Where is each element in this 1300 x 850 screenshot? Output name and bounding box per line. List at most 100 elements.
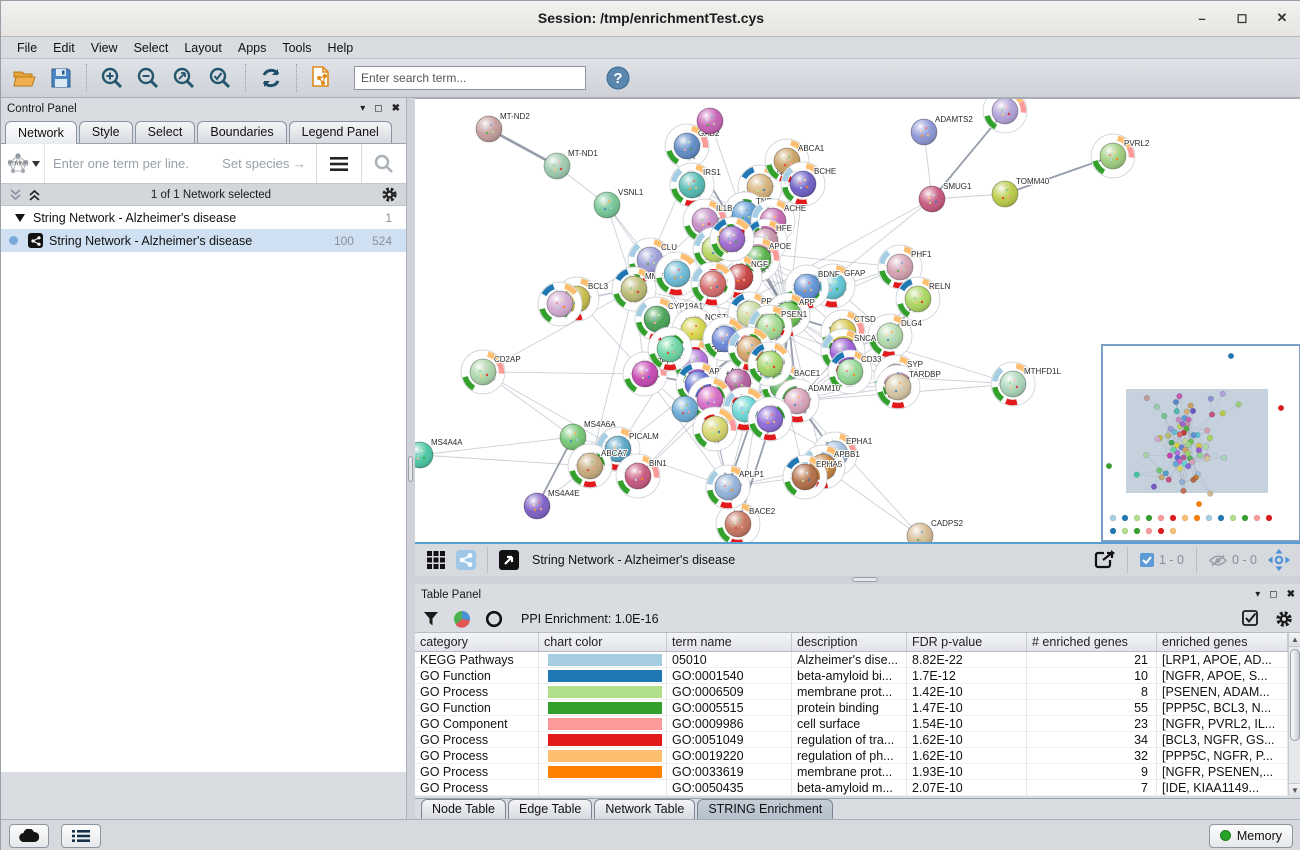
- set-species-hint[interactable]: Set species →: [222, 156, 316, 171]
- scroll-down-arrow[interactable]: ▼: [1289, 783, 1300, 796]
- navigator-graph[interactable]: [1103, 346, 1299, 540]
- column-header-chart-color[interactable]: chart color: [539, 633, 667, 651]
- menu-tools[interactable]: Tools: [274, 39, 319, 57]
- network-node[interactable]: EPHA5: [783, 455, 843, 499]
- string-terms-input[interactable]: [45, 156, 222, 171]
- tree-expander-icon[interactable]: [15, 214, 25, 222]
- network-node[interactable]: [693, 407, 737, 451]
- import-network-button[interactable]: [306, 63, 338, 93]
- string-view-button[interactable]: [453, 545, 479, 575]
- network-node[interactable]: [648, 327, 692, 371]
- zoom-out-button[interactable]: [132, 63, 164, 93]
- grid-view-button[interactable]: [423, 545, 449, 575]
- network-collection-row[interactable]: String Network - Alzheimer's disease 1: [1, 206, 406, 229]
- scroll-up-arrow[interactable]: ▲: [1289, 633, 1300, 647]
- network-node[interactable]: APLP1: [706, 465, 764, 509]
- column-header-enriched-genes[interactable]: enriched genes: [1157, 633, 1288, 651]
- network-node[interactable]: CADPS2: [907, 519, 964, 543]
- birds-eye-navigator[interactable]: [1101, 344, 1300, 542]
- menu-help[interactable]: Help: [320, 39, 362, 57]
- navigator-toggle-button[interactable]: [1265, 545, 1293, 575]
- table-row[interactable]: GO ProcessGO:0019220regulation of ph...1…: [415, 748, 1300, 764]
- network-node[interactable]: [672, 396, 698, 422]
- expand-all-icon[interactable]: [28, 189, 41, 201]
- network-node[interactable]: [983, 99, 1027, 133]
- table-row[interactable]: GO ProcessGO:0051049regulation of tra...…: [415, 732, 1300, 748]
- search-input[interactable]: [354, 66, 586, 90]
- column-header-description[interactable]: description: [792, 633, 907, 651]
- zoom-fit-button[interactable]: [168, 63, 200, 93]
- menu-edit[interactable]: Edit: [45, 39, 83, 57]
- network-node[interactable]: [748, 342, 792, 386]
- collapse-all-icon[interactable]: [9, 189, 22, 201]
- table-row[interactable]: GO FunctionGO:0005515protein binding1.47…: [415, 700, 1300, 716]
- column-header--enriched-genes[interactable]: # enriched genes: [1027, 633, 1157, 651]
- horizontal-splitter[interactable]: [415, 576, 1300, 584]
- close-panel-icon[interactable]: ✖: [392, 103, 400, 114]
- task-history-button[interactable]: [61, 824, 101, 848]
- menu-view[interactable]: View: [83, 39, 126, 57]
- network-node[interactable]: [691, 262, 735, 306]
- save-session-button[interactable]: [45, 63, 77, 93]
- reset-charts-icon[interactable]: [485, 610, 503, 628]
- maximize-panel-icon[interactable]: ◻: [374, 103, 382, 114]
- filter-icon[interactable]: [423, 611, 439, 627]
- table-row[interactable]: KEGG Pathways05010Alzheimer's dise...8.8…: [415, 652, 1300, 668]
- tab-select[interactable]: Select: [135, 121, 196, 143]
- menu-layout[interactable]: Layout: [176, 39, 230, 57]
- table-row[interactable]: GO ProcessGO:0033619membrane prot...1.93…: [415, 764, 1300, 780]
- tab-node-table[interactable]: Node Table: [421, 799, 506, 819]
- column-header-category[interactable]: category: [415, 633, 539, 651]
- gear-icon[interactable]: [381, 186, 398, 203]
- network-row[interactable]: String Network - Alzheimer's disease 100…: [1, 229, 406, 252]
- network-node[interactable]: MT-ND1: [544, 149, 598, 179]
- menu-file[interactable]: File: [9, 39, 45, 57]
- network-node[interactable]: MS4A4E: [524, 489, 580, 519]
- splitter-grip[interactable]: [408, 456, 413, 482]
- tab-network[interactable]: Network: [5, 121, 77, 144]
- table-row[interactable]: GO ProcessGO:0050435beta-amyloid m...2.0…: [415, 780, 1300, 796]
- tab-legend-panel[interactable]: Legend Panel: [289, 121, 392, 143]
- string-options-button[interactable]: [317, 144, 361, 183]
- network-canvas[interactable]: MT-ND2MT-ND1VSNL1GAB2IRS1CHATABCA1BCHETN…: [415, 98, 1300, 544]
- network-node[interactable]: VSNL1: [594, 188, 644, 218]
- settings-gear-icon[interactable]: [1275, 610, 1293, 628]
- float-panel-icon[interactable]: ▾: [1255, 589, 1260, 600]
- draw-charts-icon[interactable]: [453, 610, 471, 628]
- splitter-grip-h[interactable]: [852, 577, 878, 582]
- zoom-selected-button[interactable]: [204, 63, 236, 93]
- refresh-button[interactable]: [255, 63, 287, 93]
- close-panel-icon[interactable]: ✖: [1287, 589, 1295, 600]
- column-header-term-name[interactable]: term name: [667, 633, 792, 651]
- tab-boundaries[interactable]: Boundaries: [197, 121, 286, 143]
- table-vertical-scrollbar[interactable]: ▲ ▼: [1288, 633, 1300, 796]
- network-node[interactable]: RELN: [896, 277, 951, 321]
- export-network-button[interactable]: [1091, 545, 1119, 575]
- network-node[interactable]: [710, 217, 754, 261]
- network-node[interactable]: BCHE: [781, 162, 836, 206]
- zoom-in-button[interactable]: [96, 63, 128, 93]
- network-node[interactable]: [697, 108, 723, 134]
- help-button[interactable]: ?: [602, 63, 634, 93]
- memory-button[interactable]: Memory: [1209, 824, 1293, 848]
- network-node[interactable]: ADAMTS2: [911, 115, 973, 145]
- scroll-thumb[interactable]: [1290, 649, 1300, 741]
- column-header-FDR-p-value[interactable]: FDR p-value: [907, 633, 1027, 651]
- vertical-splitter[interactable]: [407, 98, 415, 819]
- tab-edge-table[interactable]: Edge Table: [508, 799, 592, 819]
- network-node[interactable]: [748, 397, 792, 441]
- table-row[interactable]: GO ProcessGO:0006509membrane prot...1.42…: [415, 684, 1300, 700]
- enrichment-table[interactable]: categorychart colorterm namedescriptionF…: [415, 632, 1300, 796]
- close-button[interactable]: ✕: [1273, 9, 1291, 27]
- menu-apps[interactable]: Apps: [230, 39, 275, 57]
- menu-select[interactable]: Select: [126, 39, 177, 57]
- tab-style[interactable]: Style: [79, 121, 133, 143]
- minimize-button[interactable]: –: [1193, 9, 1211, 27]
- tab-network-table[interactable]: Network Table: [594, 799, 695, 819]
- tab-string-enrichment[interactable]: STRING Enrichment: [697, 799, 833, 819]
- network-node[interactable]: MTHFD1L: [991, 362, 1061, 406]
- open-session-button[interactable]: [9, 63, 41, 93]
- string-search-button[interactable]: [362, 144, 406, 183]
- detach-view-button[interactable]: [496, 545, 522, 575]
- network-node[interactable]: TOMM40: [992, 177, 1050, 207]
